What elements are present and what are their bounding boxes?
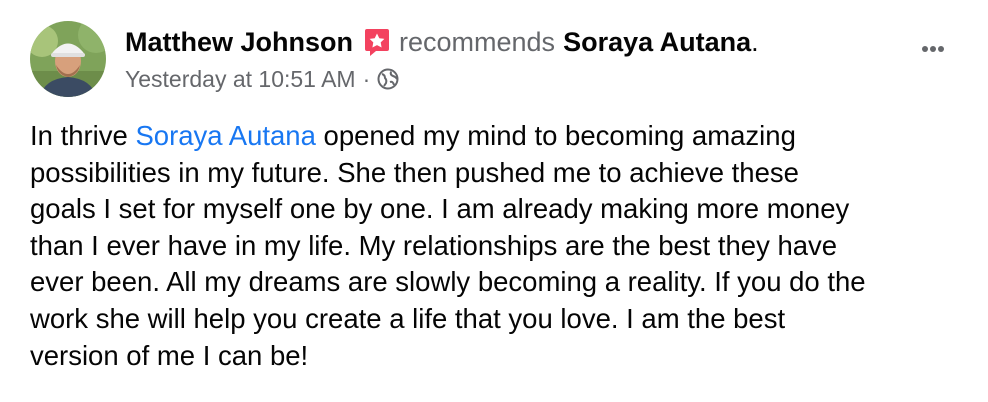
more-options-icon[interactable] [922,44,944,54]
action-verb: recommends [399,26,556,57]
header-period: . [751,26,759,57]
body-line-4: than I ever have in my life. My relation… [30,229,838,261]
post-meta: Yesterday at 10:51 AM · [125,64,399,94]
post-card: Matthew Johnson recommends Soraya Autana… [0,0,988,402]
body-text-segment: opened my mind to becoming amazing [315,120,796,151]
mention-link[interactable]: Soraya Autana [135,120,315,151]
body-line-2: possibilities in my future. She then pus… [30,156,799,188]
body-text-segment: In thrive [30,120,136,151]
body-line-1: In thrive Soraya Autana opened my mind t… [30,118,965,155]
post-timestamp[interactable]: Yesterday at 10:51 AM [125,66,356,93]
globe-icon[interactable] [377,68,399,90]
body-line-3: goals I set for myself one by one. I am … [30,193,850,225]
body-line-7: version of me I can be! [30,339,309,371]
body-line-5: ever been. All my dreams are slowly beco… [30,266,866,298]
author-name[interactable]: Matthew Johnson [125,27,353,58]
avatar[interactable] [30,21,106,97]
more-dot [938,46,944,52]
body-line-6: work she will help you create a life tha… [30,302,786,334]
more-dot [930,46,936,52]
more-dot [922,46,928,52]
post-body: In thrive Soraya Autana opened my mind t… [30,118,965,374]
recommended-page-name[interactable]: Soraya Autana [563,27,751,58]
post-header: Matthew Johnson recommends Soraya Autana… [125,24,759,60]
meta-separator: · [362,65,371,92]
recommendation-star-icon [361,26,393,58]
